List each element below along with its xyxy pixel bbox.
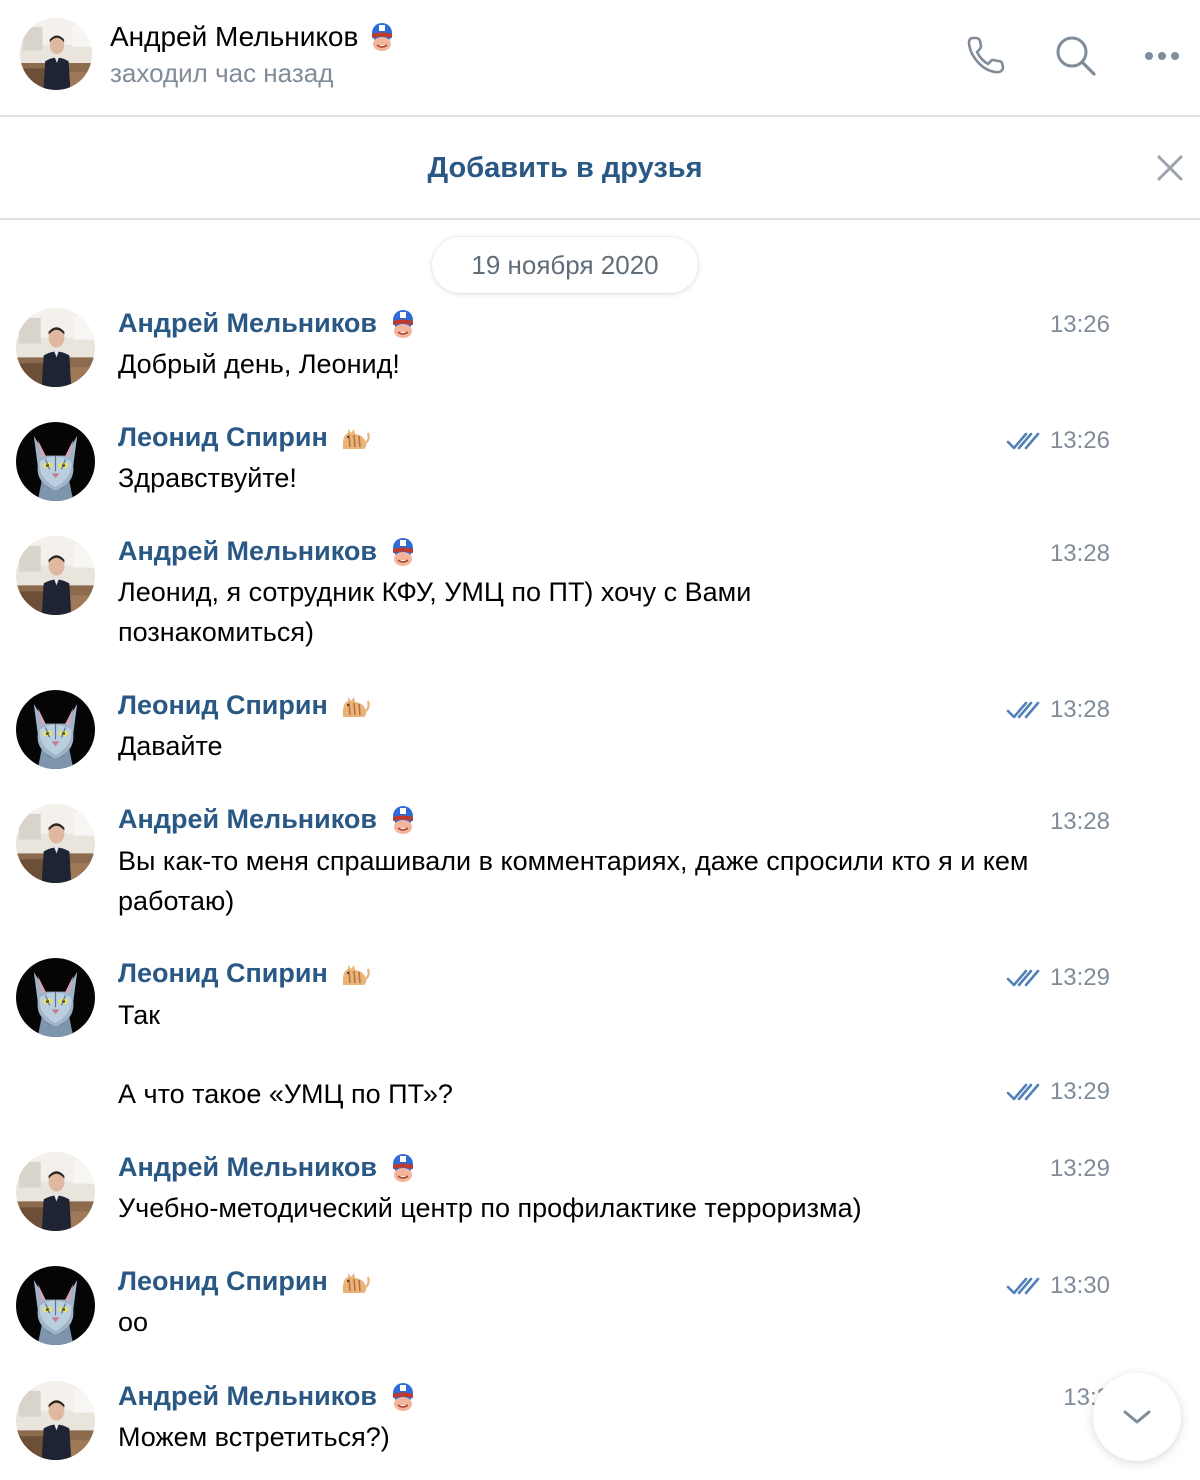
message-time[interactable]: 13:28	[1000, 696, 1110, 724]
message-time[interactable]: 13:30	[1000, 1272, 1110, 1300]
online-status: заходил час назад	[110, 58, 334, 88]
avatar[interactable]	[16, 1152, 95, 1231]
cat-emoji-icon	[340, 1269, 370, 1295]
message-author[interactable]: Андрей Мельников	[118, 1152, 417, 1183]
author-name: Андрей Мельников	[118, 1152, 377, 1182]
message-text: Давайте	[118, 731, 223, 761]
message-author[interactable]: Андрей Мельников	[118, 1381, 417, 1412]
message-time[interactable]: 13:29	[1000, 1078, 1110, 1106]
scroll-down-button[interactable]	[1093, 1373, 1181, 1461]
close-icon[interactable]	[1150, 148, 1190, 188]
add-friend-bar: Добавить в друзья	[0, 119, 1200, 220]
message-time[interactable]: 13:29	[1000, 1155, 1110, 1183]
message-time[interactable]: 13:26	[1000, 311, 1110, 339]
message-time[interactable]: 13:26	[1000, 427, 1110, 455]
message-author[interactable]: Леонид Спирин	[118, 958, 370, 989]
author-name: Андрей Мельников	[118, 1381, 377, 1411]
call-button[interactable]	[961, 30, 1011, 80]
message-text: А что такое «УМЦ по ПТ»?	[118, 1079, 453, 1109]
message-author[interactable]: Андрей Мельников	[118, 536, 417, 567]
avatar[interactable]	[16, 958, 95, 1037]
mask-emoji-icon	[389, 1382, 417, 1412]
more-button[interactable]	[1137, 30, 1187, 80]
message-author[interactable]: Леонид Спирин	[118, 422, 370, 453]
avatar[interactable]	[16, 804, 95, 883]
avatar[interactable]	[20, 18, 92, 90]
message-author[interactable]: Леонид Спирин	[118, 690, 370, 721]
mask-emoji-icon	[368, 22, 396, 52]
avatar[interactable]	[16, 1381, 95, 1460]
author-name: Андрей Мельников	[118, 308, 377, 338]
chat-title-text: Андрей Мельников	[110, 21, 359, 52]
avatar[interactable]	[16, 308, 95, 387]
message-text: Здравствуйте!	[118, 463, 297, 493]
avatar[interactable]	[16, 536, 95, 615]
message-author[interactable]: Леонид Спирин	[118, 1266, 370, 1297]
search-icon	[1056, 36, 1096, 76]
chat-title[interactable]: Андрей Мельников	[110, 21, 396, 53]
message-time[interactable]: 13:29	[1000, 964, 1110, 992]
avatar[interactable]	[16, 1266, 95, 1345]
chat-header: Андрей Мельников заходил час назад	[0, 0, 1200, 117]
add-friend-button[interactable]: Добавить в друзья	[0, 152, 1130, 185]
phone-icon	[967, 36, 1005, 74]
avatar[interactable]	[16, 690, 95, 769]
author-name: Леонид Спирин	[118, 1266, 328, 1296]
author-name: Андрей Мельников	[118, 804, 377, 834]
message-text: оо	[118, 1307, 149, 1337]
message-text: Учебно-методический центр по профилактик…	[118, 1193, 862, 1223]
message-text: Так	[118, 1000, 161, 1030]
message-time[interactable]: 13:28	[1000, 808, 1110, 836]
mask-emoji-icon	[389, 309, 417, 339]
message-text: Леонид, я сотрудник КФУ, УМЦ по ПТ) хочу…	[118, 577, 752, 647]
author-name: Андрей Мельников	[118, 536, 377, 566]
message-author[interactable]: Андрей Мельников	[118, 804, 417, 835]
message-text: Можем встретиться?)	[118, 1422, 390, 1452]
author-name: Леонид Спирин	[118, 422, 328, 452]
date-separator: 19 ноября 2020	[432, 237, 698, 293]
message-time[interactable]: 13:28	[1000, 540, 1110, 568]
chevron-down-icon	[1123, 1410, 1151, 1424]
mask-emoji-icon	[389, 805, 417, 835]
search-button[interactable]	[1050, 30, 1100, 80]
author-name: Леонид Спирин	[118, 958, 328, 988]
more-icon	[1145, 52, 1179, 60]
author-name: Леонид Спирин	[118, 690, 328, 720]
message-author[interactable]: Андрей Мельников	[118, 308, 417, 339]
message-text: Вы как-то меня спрашивали в комментариях…	[118, 846, 1029, 916]
message-text: Добрый день, Леонид!	[118, 349, 400, 379]
avatar[interactable]	[16, 422, 95, 501]
mask-emoji-icon	[389, 1153, 417, 1183]
cat-emoji-icon	[340, 961, 370, 987]
cat-emoji-icon	[340, 425, 370, 451]
mask-emoji-icon	[389, 537, 417, 567]
cat-emoji-icon	[340, 693, 370, 719]
